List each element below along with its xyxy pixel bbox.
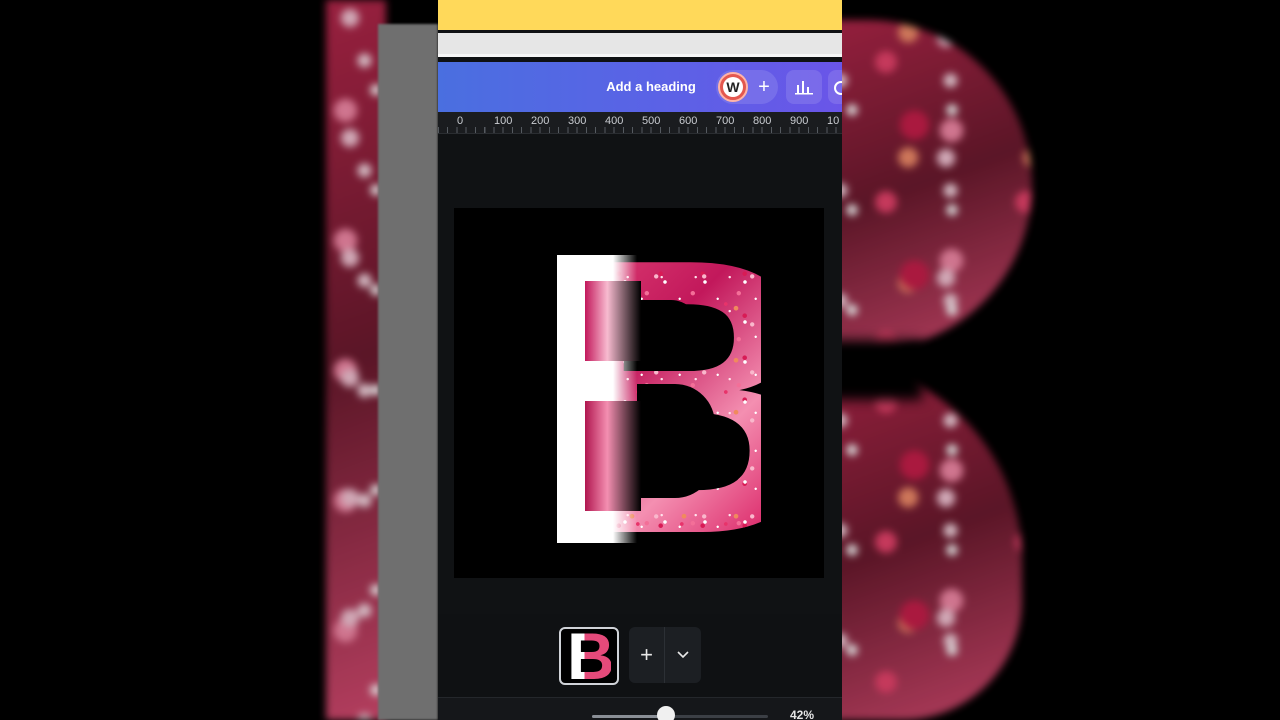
backdrop-floral-lower — [842, 360, 1022, 720]
page-number: 1 — [571, 667, 577, 677]
zoom-slider-fill — [592, 715, 666, 718]
page-thumbnail[interactable]: B 1 — [559, 627, 619, 685]
ruler-marks — [438, 127, 842, 133]
horizontal-ruler: 0 100 200 300 400 500 600 700 800 900 10 — [438, 112, 842, 134]
zoom-slider[interactable] — [592, 715, 768, 718]
right-backdrop — [842, 0, 1280, 720]
avatar-initial: W — [723, 77, 743, 97]
comment-button[interactable] — [828, 70, 842, 104]
collaborators-group[interactable]: W + — [716, 70, 778, 104]
letter-counter-lower — [637, 384, 715, 498]
address-strip — [438, 33, 842, 57]
backdrop-gray-panel — [378, 24, 438, 720]
add-collaborator-button[interactable]: + — [752, 74, 776, 100]
stroke-window-lower — [585, 401, 641, 511]
chevron-down-icon — [677, 651, 689, 659]
user-avatar[interactable]: W — [718, 72, 748, 102]
left-backdrop — [0, 0, 438, 720]
zoom-level[interactable]: 42% — [790, 708, 814, 720]
status-strip — [438, 0, 842, 30]
stroke-window-upper — [585, 281, 641, 361]
page-options-button[interactable] — [665, 627, 701, 683]
insights-button[interactable] — [786, 70, 822, 104]
zoom-slider-handle[interactable] — [656, 706, 675, 720]
add-page-control: + — [629, 627, 701, 683]
editor-topbar: Add a heading W + — [438, 62, 842, 112]
white-letter-stroke[interactable] — [557, 255, 641, 543]
canvas-area[interactable]: B — [438, 134, 842, 614]
add-page-button[interactable]: + — [629, 627, 665, 683]
backdrop-floral-strip — [326, 0, 386, 720]
bar-chart-icon — [795, 81, 813, 95]
letter-counter-upper — [637, 300, 699, 356]
bottom-bar: 42% — [438, 697, 842, 720]
design-editor-app: Add a heading W + 0 100 200 300 400 500 … — [438, 0, 842, 720]
backdrop-notch — [842, 340, 922, 400]
backdrop-floral-upper — [842, 20, 1032, 350]
design-page[interactable]: B — [454, 208, 824, 578]
add-heading-button[interactable]: Add a heading — [601, 77, 701, 97]
